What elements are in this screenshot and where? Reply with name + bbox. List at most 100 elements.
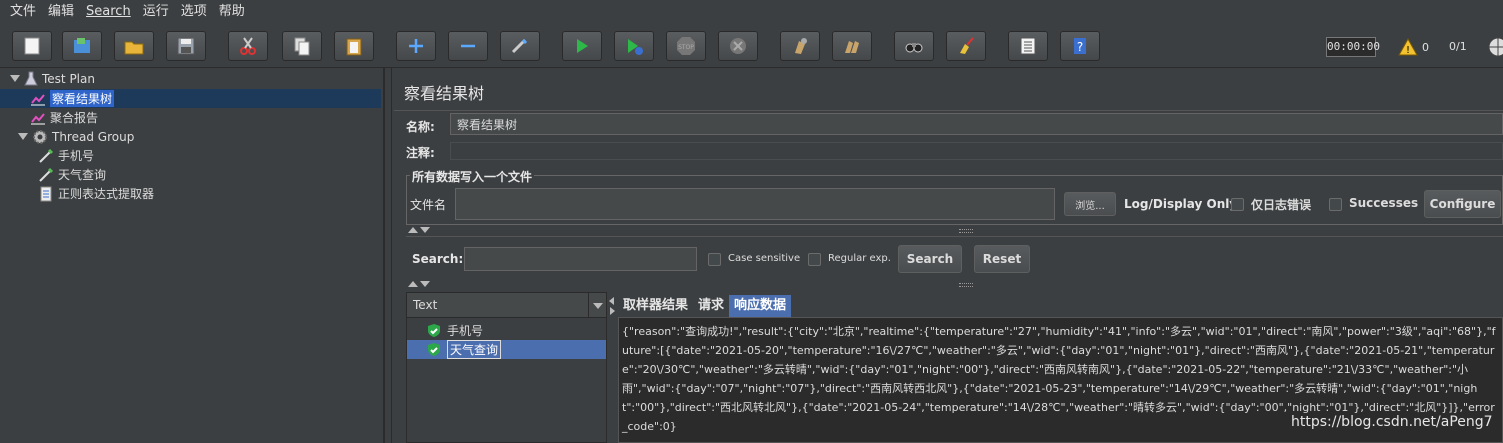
result-splitter[interactable] [607, 292, 617, 443]
menu-options[interactable]: 选项 [175, 0, 213, 24]
tree-node-thread-group[interactable]: Thread Group [18, 127, 134, 146]
watermark: https://blog.csdn.net/aPeng7 [1291, 414, 1493, 430]
pipette-icon [39, 148, 54, 163]
open-button[interactable] [114, 31, 154, 61]
warning-count: 0 [1422, 40, 1429, 54]
filename-label: 文件名 [410, 198, 447, 212]
renderer-select[interactable]: Text [407, 293, 606, 318]
plus-icon [409, 39, 423, 53]
tree-node-view-results-tree[interactable]: 察看结果树 [0, 89, 381, 108]
result-item[interactable]: 手机号 [407, 321, 606, 340]
remote-globe-icon[interactable] [1487, 36, 1503, 58]
result-item[interactable]: 天气查询 [407, 340, 606, 359]
collapse-arrows[interactable] [408, 227, 430, 233]
tab-sampler-result[interactable]: 取样器结果 [618, 295, 693, 317]
clear-all-button[interactable] [832, 31, 872, 61]
elapsed-timer: 00:00:00 [1326, 37, 1380, 57]
menu-file[interactable]: 文件 [4, 0, 42, 24]
expand-arrow-icon[interactable] [18, 133, 28, 140]
open-folder-icon [124, 41, 144, 55]
success-shield-icon [428, 343, 440, 356]
splitter-grip-icon[interactable] [959, 229, 973, 233]
tree-splitter[interactable] [384, 68, 392, 443]
splitter-grip-icon[interactable] [959, 283, 973, 287]
splitter-arrows-icon[interactable] [608, 296, 616, 316]
collapse-arrows[interactable] [408, 281, 430, 287]
listener-chart-icon [31, 112, 45, 124]
result-list: Text 手机号 天气查询 [406, 292, 607, 443]
tree-node-regex-extractor[interactable]: 正则表达式提取器 [38, 184, 154, 203]
shutdown-button[interactable] [718, 31, 758, 61]
successes-checkbox[interactable] [1329, 198, 1342, 211]
search-button[interactable] [894, 31, 934, 61]
case-sensitive-checkbox[interactable] [708, 253, 721, 266]
play-icon [577, 39, 588, 53]
tree-node-test-plan[interactable]: Test Plan [10, 69, 95, 88]
svg-text:?: ? [1077, 40, 1083, 54]
collapse-up-icon[interactable] [408, 227, 418, 233]
tab-response-data[interactable]: 响应数据 [729, 295, 792, 317]
paste-button[interactable] [334, 31, 374, 61]
new-button[interactable] [12, 31, 52, 61]
tree-node-sampler-phone[interactable]: 手机号 [38, 146, 94, 165]
log-display-label: Log/Display Only: [1124, 197, 1242, 211]
warning-indicator[interactable]: ! 0 [1398, 37, 1429, 57]
search-submit-button[interactable]: Search [898, 245, 962, 273]
warning-icon: ! [1398, 38, 1418, 56]
tree-node-aggregate-report[interactable]: 聚合报告 [30, 108, 98, 127]
help-icon: ? [1074, 38, 1086, 54]
toggle-button[interactable] [500, 31, 540, 61]
copy-button[interactable] [282, 31, 322, 61]
collapse-up-icon[interactable] [408, 281, 418, 287]
comment-field[interactable] [450, 142, 1503, 160]
stop-button[interactable]: STOP [666, 31, 706, 61]
tab-request[interactable]: 请求 [693, 295, 729, 317]
collapse-button[interactable] [448, 31, 488, 61]
menu-run[interactable]: 运行 [137, 0, 175, 24]
page-title: 察看结果树 [404, 84, 485, 103]
result-tabs: 取样器结果 请求 响应数据 [618, 293, 792, 317]
toolbar: STOP ? 00:00:00 ! 0 0/1 [0, 24, 1503, 68]
search-input[interactable] [464, 247, 697, 271]
active-threads: 0/1 [1449, 40, 1467, 53]
menu-edit[interactable]: 编辑 [42, 0, 80, 24]
play-no-pause-icon [628, 39, 643, 55]
name-label: 名称: [406, 120, 435, 134]
errors-only-checkbox[interactable] [1231, 198, 1244, 211]
expand-arrow-icon[interactable] [10, 75, 20, 82]
collapse-down-icon[interactable] [420, 281, 430, 287]
configure-button[interactable]: Configure [1424, 190, 1501, 218]
success-shield-icon [428, 324, 440, 337]
filename-input[interactable] [455, 188, 1055, 220]
errors-only-label: 仅日志错误 [1251, 198, 1312, 212]
menu-search[interactable]: Search [80, 0, 137, 24]
collapse-down-icon[interactable] [420, 227, 430, 233]
tree-node-sampler-weather[interactable]: 天气查询 [38, 165, 106, 184]
name-field[interactable]: 察看结果树 [450, 113, 1503, 135]
browse-button[interactable]: 浏览... [1064, 192, 1116, 216]
reset-button[interactable]: Reset [974, 245, 1030, 273]
regular-exp-checkbox[interactable] [808, 253, 821, 266]
comment-label: 注释: [406, 146, 435, 160]
help-button[interactable]: ? [1060, 31, 1100, 61]
toggle-wand-icon [511, 38, 528, 54]
reset-search-button[interactable] [946, 31, 986, 61]
divider [406, 236, 1503, 237]
divider [394, 110, 1503, 111]
cut-button[interactable] [228, 31, 268, 61]
copy-icon [294, 37, 310, 56]
clear-button[interactable] [780, 31, 820, 61]
function-helper-button[interactable] [1008, 31, 1048, 61]
expand-button[interactable] [396, 31, 436, 61]
save-button[interactable] [166, 31, 206, 61]
save-icon [177, 37, 195, 55]
shutdown-icon [730, 38, 746, 54]
menu-bar: 文件 编辑 Search 运行 选项 帮助 [0, 0, 1503, 24]
dropdown-arrow-icon[interactable] [588, 293, 606, 318]
start-no-pauses-button[interactable] [614, 31, 654, 61]
menu-help[interactable]: 帮助 [213, 0, 251, 24]
clear-broom-icon [795, 38, 807, 54]
svg-text:!: ! [1406, 45, 1410, 56]
templates-button[interactable] [62, 31, 102, 61]
start-button[interactable] [562, 31, 602, 61]
